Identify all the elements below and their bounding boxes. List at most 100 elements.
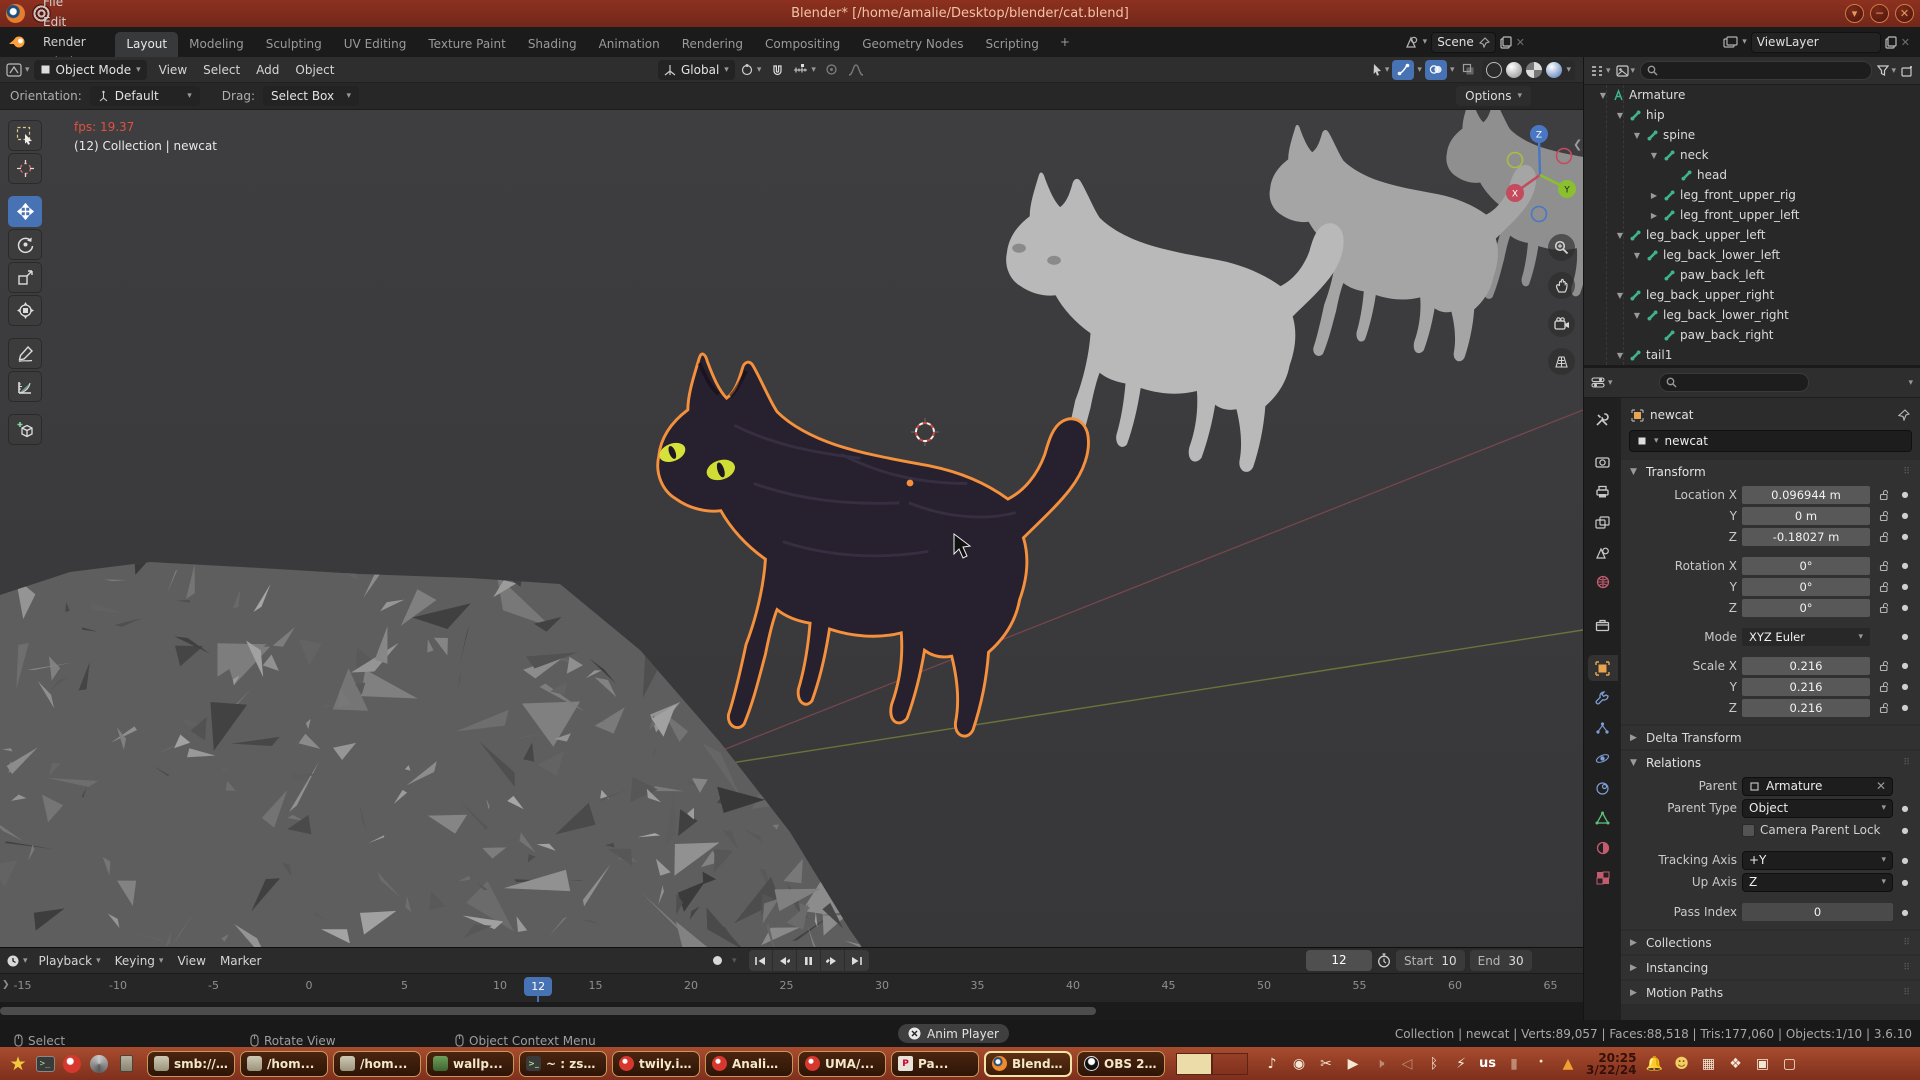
viewlayer-name-field[interactable]: ViewLayer — [1751, 32, 1881, 53]
object-name-field[interactable]: ▾ newcat — [1629, 430, 1912, 452]
properties-tab-material[interactable] — [1588, 835, 1618, 861]
transform-panel-header[interactable]: ▼ Transform ⠿ — [1621, 460, 1920, 484]
properties-tab-data[interactable] — [1588, 805, 1618, 831]
properties-tab-render[interactable] — [1588, 449, 1618, 475]
sidebar-collapse-arrow[interactable]: ❮ — [1573, 138, 1582, 151]
animate-dot[interactable]: ● — [1898, 561, 1912, 570]
shading-options-caret[interactable]: ▾ — [1566, 65, 1571, 75]
steam-launcher-icon[interactable] — [87, 1052, 111, 1076]
viewlayer-browse-caret[interactable]: ▾ — [1742, 37, 1747, 47]
number-field[interactable]: 0.096944 m — [1742, 486, 1870, 504]
timeline-editor-type-icon[interactable]: ▾ — [6, 954, 28, 968]
workspace-2[interactable] — [1212, 1053, 1248, 1075]
transform-orientation-dropdown[interactable]: Default▾ — [90, 86, 200, 106]
properties-tab-physics[interactable] — [1588, 745, 1618, 771]
properties-search-input[interactable] — [1659, 373, 1809, 392]
outliner-row-neck[interactable]: ▼neck — [1584, 145, 1920, 165]
transform-tool-button[interactable] — [8, 295, 42, 326]
vivaldi-launcher-icon[interactable] — [60, 1052, 84, 1076]
blender-logo-icon[interactable] — [8, 34, 28, 50]
lock-icon[interactable] — [1875, 531, 1893, 543]
outliner-row-paw_back_left[interactable]: paw_back_left — [1584, 265, 1920, 285]
unlink-scene-icon[interactable]: ✕ — [1516, 36, 1525, 49]
animate-dot[interactable]: ● — [1898, 632, 1912, 641]
outliner-display-mode-dropdown[interactable]: ▾ — [1590, 65, 1611, 77]
menu-star-launcher-icon[interactable]: ★ — [6, 1052, 30, 1076]
shade-button[interactable]: ▾ — [1845, 4, 1864, 23]
drag-mode-dropdown[interactable]: Select Box▾ — [263, 86, 359, 106]
timeline-menu-playback[interactable]: Playback▾ — [32, 951, 108, 971]
taskbar-window-analie-[interactable]: Analie... — [705, 1051, 793, 1077]
new-collection-button[interactable] — [1901, 65, 1914, 77]
expand-arrow-icon[interactable]: ▼ — [1632, 131, 1642, 140]
snap-target-dropdown[interactable]: ▾ — [793, 64, 816, 76]
viewport-menu-add[interactable]: Add — [248, 60, 287, 80]
rotation-mode-dropdown[interactable]: XYZ Euler▾ — [1742, 628, 1870, 646]
smiley-tray-icon[interactable]: ☻ — [1673, 1056, 1691, 1072]
tab-sculpting[interactable]: Sculpting — [255, 32, 333, 57]
shading-solid-icon[interactable] — [1506, 62, 1522, 78]
properties-tab-particles[interactable] — [1588, 715, 1618, 741]
animate-dot[interactable]: ● — [1898, 682, 1912, 691]
tab-animation[interactable]: Animation — [588, 32, 671, 57]
outliner-row-leg_back_lower_left[interactable]: ▼leg_back_lower_left — [1584, 245, 1920, 265]
jump-to-start-button[interactable] — [749, 950, 773, 971]
camera-parent-lock-checkbox[interactable] — [1742, 824, 1755, 837]
animate-dot[interactable]: ● — [1898, 511, 1912, 520]
timeline-expand-arrow[interactable]: ❯ — [2, 980, 10, 990]
pause-button[interactable] — [797, 950, 821, 971]
viewport-menu-view[interactable]: View — [151, 60, 195, 80]
outliner-filter-dropdown[interactable]: ▾ — [1877, 65, 1896, 76]
back-tray-icon[interactable]: ◁ — [1398, 1056, 1416, 1072]
annotate-tool-button[interactable] — [8, 338, 42, 369]
parent-type-dropdown[interactable]: Object ▾ — [1742, 799, 1893, 818]
animate-dot[interactable]: ● — [1898, 490, 1912, 499]
viewlayer-icon[interactable] — [1723, 36, 1738, 49]
properties-tab-view-layer[interactable] — [1588, 509, 1618, 535]
panel-grip[interactable]: ⠿ — [1903, 758, 1911, 768]
xray-toggle[interactable] — [1457, 60, 1479, 80]
number-field[interactable]: 0.216 — [1742, 699, 1870, 717]
gizmo-options-caret[interactable]: ▾ — [1417, 65, 1422, 75]
expand-arrow-icon[interactable]: ▼ — [1632, 311, 1642, 320]
pin-icon[interactable] — [1479, 37, 1490, 48]
animate-dot[interactable]: ● — [1898, 582, 1912, 591]
properties-tab-object[interactable] — [1588, 655, 1618, 681]
timeline-menu-view[interactable]: View — [170, 951, 212, 971]
obs-tray-icon[interactable]: ◉ — [1290, 1056, 1308, 1072]
show-overlays-toggle[interactable] — [1425, 60, 1447, 80]
taskbar-window-obs-2-[interactable]: OBS 2... — [1077, 1051, 1165, 1077]
outliner-row-tail1[interactable]: ▼tail1 — [1584, 345, 1920, 365]
remove-viewlayer-icon[interactable]: ✕ — [1901, 36, 1910, 49]
lock-icon[interactable] — [1875, 560, 1893, 572]
number-field[interactable]: 0.216 — [1742, 657, 1870, 675]
scene-browse-caret[interactable]: ▾ — [1423, 37, 1428, 47]
jump-to-end-button[interactable] — [845, 950, 869, 971]
archive-tray-icon[interactable]: ▣ — [1754, 1056, 1772, 1072]
panel-grip[interactable]: ⠿ — [1903, 988, 1911, 998]
proportional-editing-toggle[interactable] — [821, 60, 843, 80]
expand-arrow-icon[interactable]: ▶ — [1649, 211, 1659, 220]
tab-layout[interactable]: Layout — [115, 32, 178, 57]
tab-scripting[interactable]: Scripting — [974, 32, 1049, 57]
outliner-row-leg_front_upper_rig[interactable]: ▶leg_front_upper_rig — [1584, 185, 1920, 205]
options-button[interactable]: Options▾ — [1456, 86, 1531, 106]
animate-dot[interactable]: ● — [1898, 661, 1912, 670]
minimize-button[interactable]: ─ — [1870, 4, 1889, 23]
animate-dot[interactable]: ● — [1898, 603, 1912, 612]
pin-id-icon[interactable] — [1898, 409, 1910, 421]
number-field[interactable]: -0.18027 m — [1742, 528, 1870, 546]
timeline-scroll-area[interactable] — [0, 1002, 1583, 1020]
calculator-tray-icon[interactable]: ▦ — [1700, 1056, 1718, 1072]
taskbar-window-uma-[interactable]: UMA/... — [798, 1051, 886, 1077]
properties-tab-output[interactable] — [1588, 479, 1618, 505]
keyboard-layout-indicator[interactable]: us — [1479, 1056, 1496, 1071]
timeline-ruler[interactable]: ❯ -15-10-50510152025303540455055606512 — [0, 974, 1583, 1002]
pan-hand-button[interactable] — [1548, 272, 1575, 299]
new-scene-icon[interactable] — [1500, 36, 1512, 49]
tab-uv-editing[interactable]: UV Editing — [333, 32, 418, 57]
panel-grip[interactable]: ⠿ — [1903, 938, 1911, 948]
pivot-point-dropdown[interactable]: ▾ — [740, 63, 762, 77]
music-tray-icon[interactable]: ♪ — [1263, 1056, 1281, 1072]
cursor-tool-button[interactable] — [8, 153, 42, 184]
